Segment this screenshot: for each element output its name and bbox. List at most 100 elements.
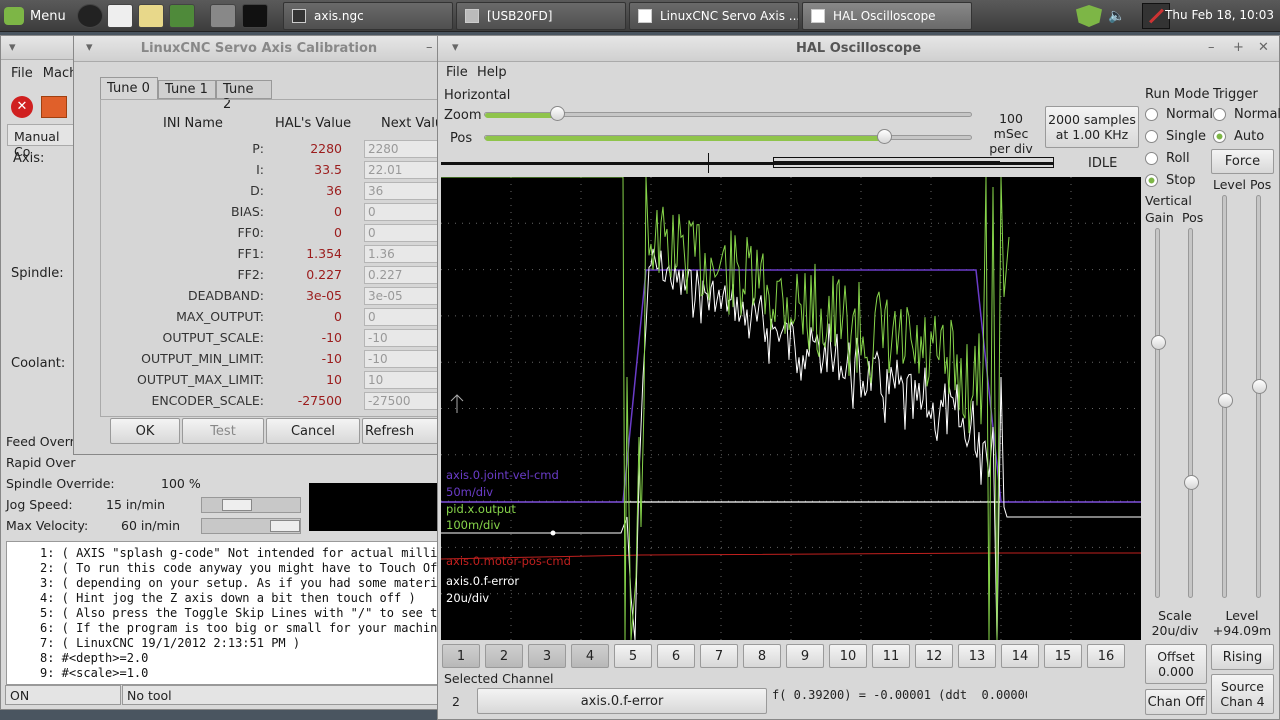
gcode-line[interactable]: 1: ( AXIS "splash g-code" Not intended f… (40, 546, 452, 560)
webcam-launcher-icon[interactable] (77, 4, 103, 28)
close-icon[interactable]: ✕ (1258, 40, 1269, 55)
gcode-line[interactable]: 6: ( If the program is too big or small … (40, 621, 445, 635)
channel-button-8[interactable]: 8 (743, 644, 781, 668)
scope-menu-file[interactable]: File (446, 65, 468, 80)
minimize-icon[interactable]: – (426, 40, 433, 55)
channel-button-6[interactable]: 6 (657, 644, 695, 668)
trigger-source-button[interactable]: Source Chan 4 (1211, 674, 1274, 714)
vertical-pos-slider[interactable] (1188, 228, 1193, 598)
trigger-level-slider-knob[interactable] (1218, 393, 1233, 408)
scope-display[interactable] (441, 177, 1141, 640)
jog-speed-slider[interactable] (201, 497, 301, 513)
window-icon (811, 9, 825, 23)
channel-button-15[interactable]: 15 (1044, 644, 1082, 668)
channel-button-11[interactable]: 11 (872, 644, 910, 668)
channel-button-12[interactable]: 12 (915, 644, 953, 668)
task-oscilloscope[interactable]: HAL Oscilloscope (802, 2, 972, 30)
pos-slider[interactable] (484, 129, 972, 144)
task-usb[interactable]: [USB20FD] (456, 2, 626, 30)
radio-icon[interactable] (1213, 108, 1226, 121)
minimize-icon[interactable]: – (1208, 40, 1215, 55)
gcode-listing[interactable]: 1: ( AXIS "splash g-code" Not intended f… (6, 541, 452, 685)
radio-icon[interactable] (1145, 130, 1158, 143)
gain-slider[interactable] (1155, 228, 1160, 598)
taskbar: Menu axis.ngc [USB20FD] LinuxCNC Servo A… (0, 0, 1280, 32)
max-velocity-slider[interactable] (201, 518, 301, 534)
files-launcher-icon[interactable] (210, 4, 236, 28)
cursor-dot[interactable] (550, 530, 556, 536)
run-mode-normal[interactable]: Normal (1145, 107, 1213, 122)
trigger-mode-normal[interactable]: Normal (1213, 107, 1280, 122)
rising-button[interactable]: Rising (1211, 644, 1274, 670)
horizontal-label: Horizontal (444, 88, 511, 103)
run-mode-stop[interactable]: Stop (1145, 173, 1196, 188)
gcode-line[interactable]: 4: ( Hint jog the Z axis down a bit then… (40, 591, 416, 605)
trace-f-error (441, 248, 1141, 640)
terminal-window-launcher-icon[interactable] (169, 4, 195, 28)
tab-manual-control[interactable]: Manual Co (7, 124, 77, 159)
zoom-slider[interactable] (484, 106, 972, 121)
gcode-line[interactable]: 8: #<depth>=2.0 (40, 651, 148, 665)
menu-file[interactable]: File (11, 66, 33, 81)
button-label: Chan Off (1147, 694, 1205, 710)
test-button[interactable]: Test (182, 418, 264, 444)
trigger-pos-slider-knob[interactable] (1252, 379, 1267, 394)
estop-icon[interactable]: ✕ (11, 96, 33, 118)
trigger-pos-slider[interactable] (1256, 195, 1261, 598)
channel-button-10[interactable]: 10 (829, 644, 867, 668)
trigger-mode-auto[interactable]: Auto (1213, 129, 1264, 144)
channel-button-3[interactable]: 3 (528, 644, 566, 668)
preview-canvas[interactable] (309, 483, 444, 531)
channel-button-4[interactable]: 4 (571, 644, 609, 668)
maximize-icon[interactable]: + (1233, 40, 1244, 55)
gain-slider-knob[interactable] (1151, 335, 1166, 350)
refresh-button[interactable]: Refresh (362, 418, 445, 444)
terminal-launcher-icon[interactable] (242, 4, 268, 28)
gcode-line[interactable]: 9: #<scale>=1.0 (40, 666, 148, 680)
gcode-line[interactable]: 3: ( depending on your setup. As if you … (40, 576, 445, 590)
button-label: 6 (671, 648, 681, 664)
selected-channel-name-button[interactable]: axis.0.f-error (477, 688, 767, 714)
channel-button-16[interactable]: 16 (1087, 644, 1125, 668)
radio-icon[interactable] (1145, 152, 1158, 165)
start-menu-button[interactable]: Menu (4, 4, 66, 28)
run-mode-single[interactable]: Single (1145, 129, 1206, 144)
run-mode-roll[interactable]: Roll (1145, 151, 1190, 166)
channel-button-13[interactable]: 13 (958, 644, 996, 668)
calibration-row: FF0: 0 0 (112, 223, 454, 244)
radio-icon[interactable] (1145, 108, 1158, 121)
volume-icon[interactable]: 🔈 (1108, 8, 1125, 24)
text-editor-launcher-icon[interactable] (138, 4, 164, 28)
channel-button-9[interactable]: 9 (786, 644, 824, 668)
tab-tune-1[interactable]: Tune 1 (158, 80, 216, 99)
tab-tune-2[interactable]: Tune 2 (216, 80, 272, 112)
ok-button[interactable]: OK (110, 418, 180, 444)
task-axis[interactable]: axis.ngc (283, 2, 453, 30)
offset-button[interactable]: Offset 0.000 (1145, 644, 1207, 684)
max-velocity-label: Max Velocity: (6, 518, 89, 533)
channel-button-2[interactable]: 2 (485, 644, 523, 668)
gcode-line[interactable]: 7: ( LinuxCNC 19/1/2012 2:13:51 PM ) (40, 636, 300, 650)
radio-icon[interactable] (1145, 174, 1158, 187)
cancel-button[interactable]: Cancel (266, 418, 360, 444)
task-calibration[interactable]: LinuxCNC Servo Axis ... (629, 2, 799, 30)
channel-button-7[interactable]: 7 (700, 644, 738, 668)
vertical-pos-slider-knob[interactable] (1184, 475, 1199, 490)
button-label: 5 (628, 648, 638, 664)
gcode-line[interactable]: 2: ( To run this code anyway you might h… (40, 561, 445, 575)
channel-button-5[interactable]: 5 (614, 644, 652, 668)
window-menu-icon[interactable]: ▾ (9, 40, 16, 55)
power-icon[interactable] (41, 96, 67, 118)
clock[interactable]: Thu Feb 18, 10:03 (1165, 8, 1274, 22)
linuxcnc-launcher-icon[interactable] (107, 4, 133, 28)
channel-button-14[interactable]: 14 (1001, 644, 1039, 668)
update-shield-icon[interactable] (1076, 5, 1102, 27)
chan-off-button[interactable]: Chan Off (1145, 689, 1207, 715)
samples-button[interactable]: 2000 samples at 1.00 KHz (1045, 106, 1139, 148)
gcode-line[interactable]: 5: ( Also press the Toggle Skip Lines wi… (40, 606, 452, 620)
scope-menu-help[interactable]: Help (477, 65, 507, 80)
channel-button-1[interactable]: 1 (442, 644, 480, 668)
radio-icon[interactable] (1213, 130, 1226, 143)
tab-tune-0[interactable]: Tune 0 (100, 77, 158, 99)
force-button[interactable]: Force (1211, 149, 1274, 174)
